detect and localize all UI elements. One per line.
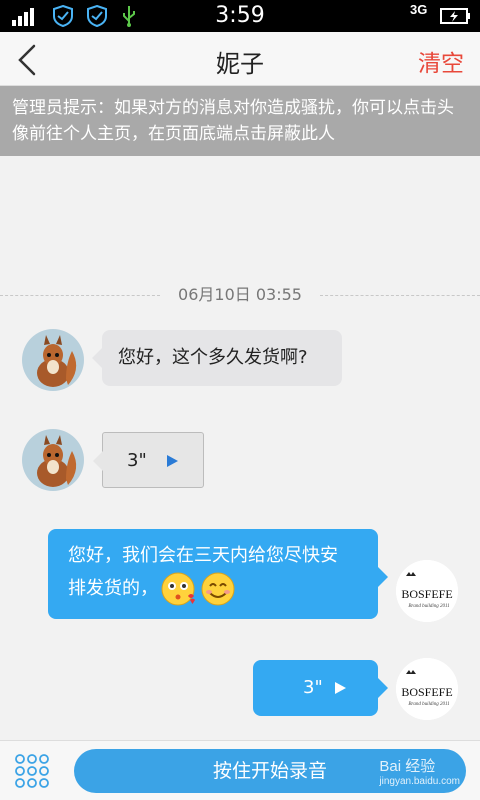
grid-dots-icon[interactable] bbox=[14, 753, 50, 789]
kiss-emoji-icon bbox=[161, 572, 195, 606]
message-bubble-outgoing[interactable]: 您好，我们会在三天内给您尽快安 排发货的， bbox=[48, 529, 388, 619]
message-text: 您好，我们会在三天内给您尽快安 bbox=[68, 545, 338, 566]
admin-notice: 管理员提示：如果对方的消息对你造成骚扰，你可以点击头像前往个人主页，在页面底端点… bbox=[0, 86, 480, 156]
date-divider: 06月10日 03:55 bbox=[0, 283, 480, 307]
message-text: 排发货的， bbox=[68, 578, 158, 599]
avatar[interactable] bbox=[22, 329, 84, 391]
play-icon bbox=[167, 455, 178, 467]
voice-duration: 3" bbox=[303, 677, 323, 698]
watermark-subtext: jingyan.baidu.com bbox=[379, 776, 460, 787]
voice-message-incoming[interactable]: 3" bbox=[93, 432, 204, 488]
message-bubble-incoming[interactable]: 您好，这个多久发货啊? bbox=[92, 330, 342, 386]
status-bar: 3:59 3G bbox=[0, 0, 480, 32]
voice-message-outgoing[interactable]: 3" bbox=[253, 660, 388, 716]
record-label: 按住开始录音 bbox=[212, 760, 327, 782]
chat-header: 妮子 清空 bbox=[0, 32, 480, 86]
brand-logo-text: BOSFEFE bbox=[401, 685, 452, 699]
brand-logo-subtext: Brand building 2011 bbox=[408, 604, 449, 609]
clear-button[interactable]: 清空 bbox=[418, 44, 464, 78]
status-time: 3:59 bbox=[215, 3, 265, 28]
play-icon bbox=[335, 682, 346, 694]
input-bar: 按住开始录音 Bai 经验 jingyan.baidu.com bbox=[0, 740, 480, 800]
watermark-text: Bai 经验 bbox=[379, 758, 436, 775]
my-avatar[interactable]: BOSFEFE Brand building 2011 bbox=[396, 658, 458, 720]
date-label: 06月10日 03:55 bbox=[170, 285, 310, 304]
message-text: 您好，这个多久发货啊? bbox=[118, 347, 308, 368]
avatar[interactable] bbox=[22, 429, 84, 491]
network-3g-icon: 3G bbox=[410, 2, 428, 17]
watermark: Bai 经验 jingyan.baidu.com bbox=[379, 755, 460, 787]
my-avatar[interactable]: BOSFEFE Brand building 2011 bbox=[396, 560, 458, 622]
smile-emoji-icon bbox=[201, 572, 235, 606]
battery-icon bbox=[440, 8, 470, 24]
brand-logo-subtext: Brand building 2011 bbox=[408, 702, 449, 707]
chevron-left-icon[interactable] bbox=[10, 40, 50, 80]
chat-area[interactable]: 06月10日 03:55 您好，这个多久发货啊? 3" 您好，我们会在三天内给您… bbox=[0, 156, 480, 740]
brand-logo-text: BOSFEFE bbox=[401, 587, 452, 601]
page-title: 妮子 bbox=[216, 50, 264, 78]
voice-duration: 3" bbox=[127, 450, 147, 471]
